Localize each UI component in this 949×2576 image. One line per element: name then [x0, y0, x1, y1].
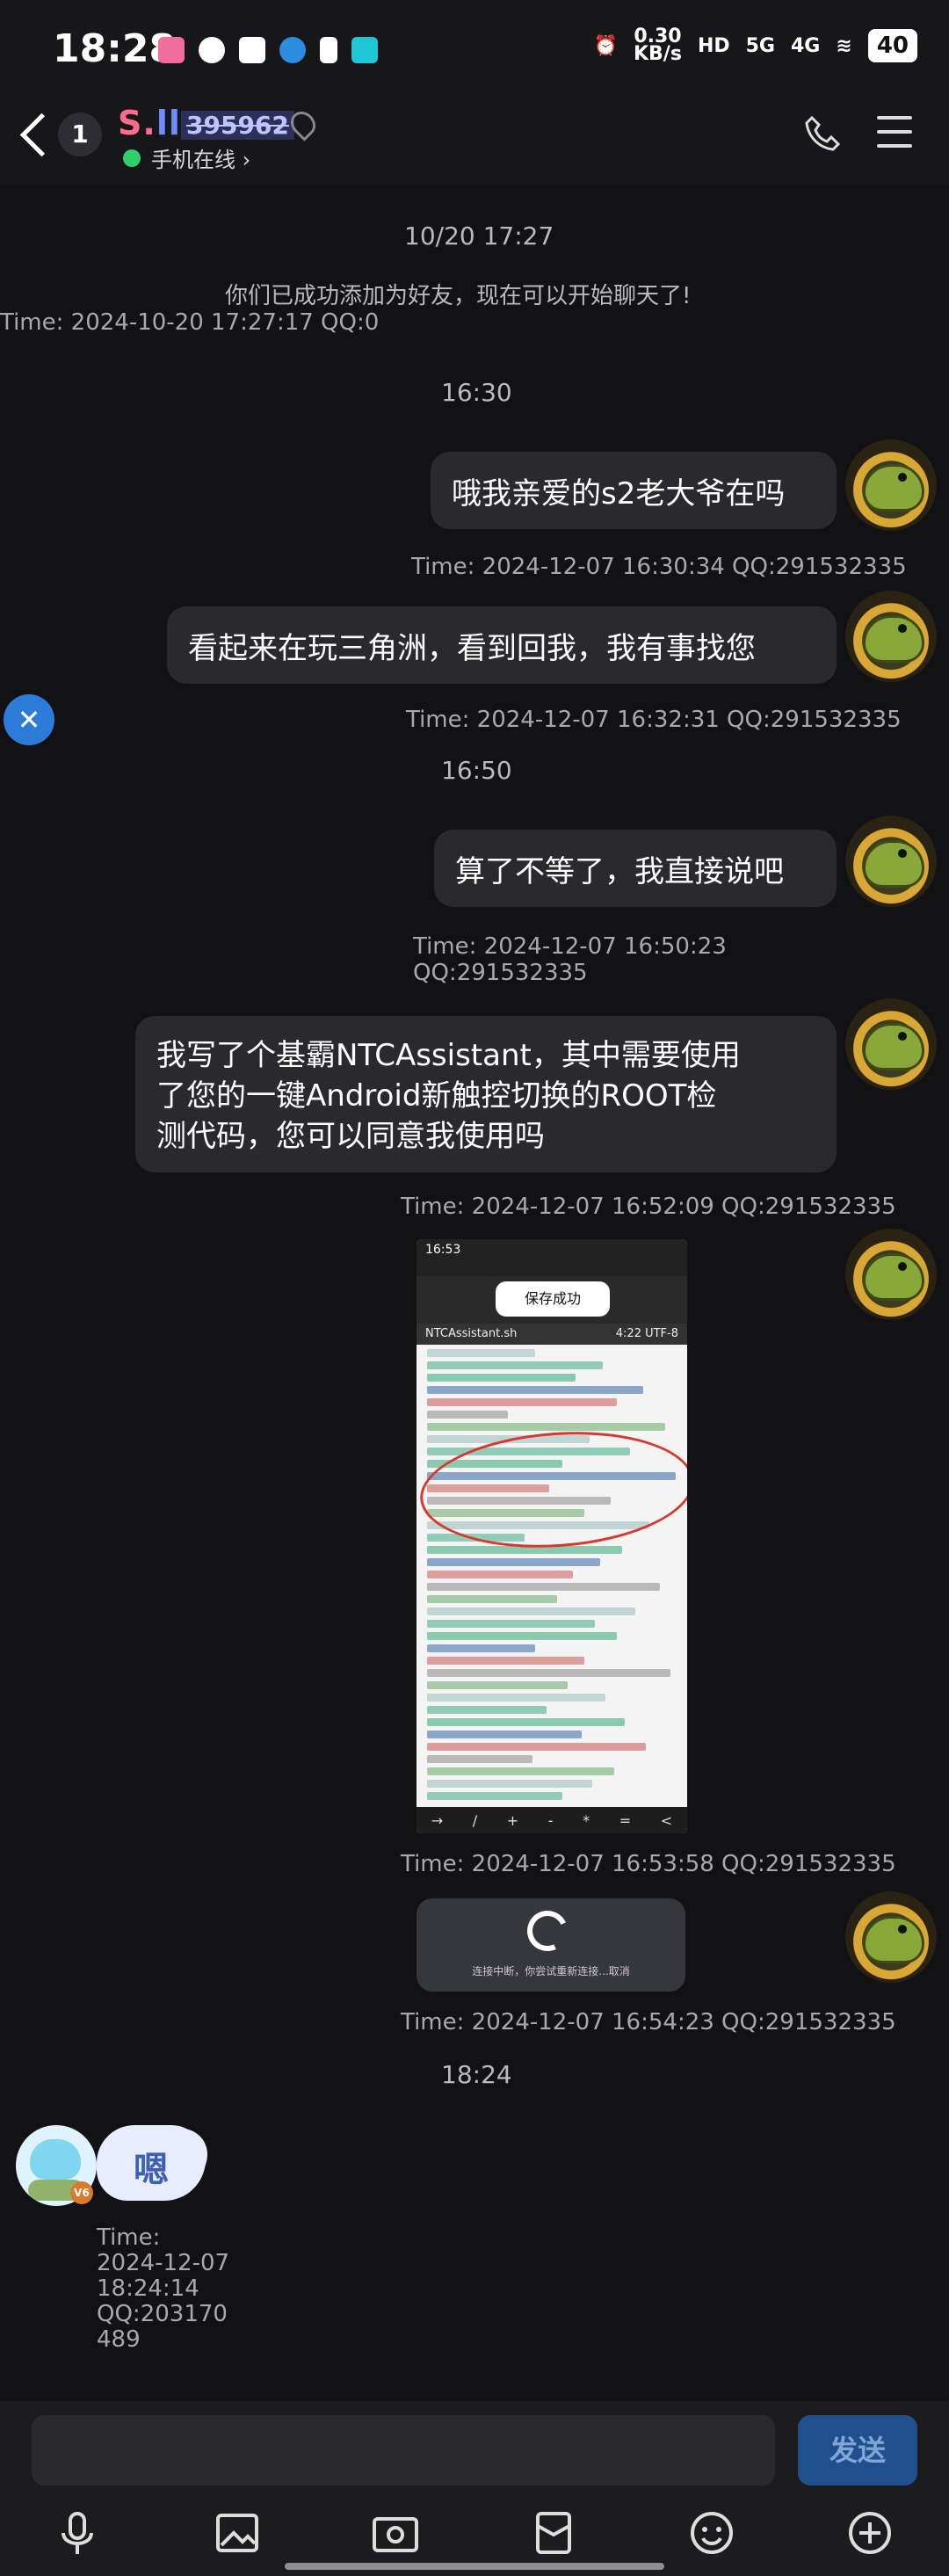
code-line	[427, 1632, 617, 1640]
back-icon[interactable]	[19, 112, 64, 157]
code-line	[427, 1743, 647, 1751]
loading-text: 连接中断，你尝试重新连接...取消	[472, 1965, 630, 1977]
message-meta: Time: 2024-12-07 16:53:58 QQ:291532335	[401, 1851, 896, 1877]
code-line	[427, 1706, 547, 1714]
hd-icon: HD	[697, 34, 730, 57]
camera-icon[interactable]	[369, 2507, 422, 2559]
my-avatar[interactable]	[845, 1891, 937, 1983]
online-indicator	[123, 149, 141, 167]
input-toolbar	[0, 2507, 949, 2559]
code-line	[427, 1571, 574, 1578]
message-meta: Time: 2024-12-07 16:32:31 QQ:291532335	[406, 707, 902, 733]
code-line	[427, 1398, 617, 1406]
code-line	[427, 1669, 671, 1677]
signal-4g-icon: 4G	[791, 34, 821, 57]
code-line	[427, 1607, 636, 1615]
time-divider: 10/20 17:27	[404, 221, 554, 250]
code-lines	[417, 1349, 687, 1800]
time-divider: 18:24	[441, 2060, 512, 2089]
system-message: 你们已成功添加为好友，现在可以开始聊天了!	[225, 283, 692, 309]
code-line	[427, 1361, 604, 1369]
my-avatar[interactable]	[845, 439, 937, 531]
battery-saver-icon	[320, 37, 337, 63]
app-notification-icon	[351, 37, 378, 63]
code-line	[427, 1718, 625, 1726]
code-line	[427, 1731, 582, 1738]
plus-icon[interactable]	[844, 2507, 896, 2559]
code-line	[427, 1386, 644, 1394]
image-status-bar: 16:53	[417, 1239, 687, 1276]
my-avatar[interactable]	[845, 816, 937, 907]
loading-spinner-icon	[521, 1905, 574, 1957]
notification-icons	[158, 37, 378, 63]
tools-icon[interactable]: ✕	[4, 694, 54, 745]
code-line	[427, 1620, 595, 1628]
time-divider: 16:30	[441, 378, 512, 407]
signal-5g-icon: 5G	[745, 34, 775, 57]
code-line	[427, 1595, 557, 1603]
app-notification-icon	[239, 37, 265, 63]
menu-icon[interactable]	[877, 116, 912, 148]
code-line	[427, 1792, 562, 1800]
message-meta: Time: 2024-12-07 16:30:34 QQ:291532335	[411, 554, 907, 580]
sticker-message[interactable]: 嗯	[97, 2125, 206, 2201]
phone-icon[interactable]	[803, 114, 842, 153]
code-line	[427, 1423, 666, 1431]
input-area: 发送	[0, 2401, 949, 2576]
image-file-bar: NTCAssistant.sh 4:22 UTF-8	[417, 1324, 687, 1345]
time-divider: 16:50	[441, 756, 512, 785]
code-line	[427, 1558, 601, 1566]
mic-icon[interactable]	[51, 2507, 104, 2559]
code-line	[427, 1349, 536, 1357]
home-indicator	[285, 2563, 664, 2570]
chat-header: 1 S.ll 395962 手机在线 ›	[0, 104, 949, 185]
message-meta: Time: 2024-12-07 18:24:14 QQ:203170 489	[97, 2224, 230, 2353]
red-packet-icon[interactable]	[527, 2507, 580, 2559]
online-status[interactable]: 手机在线 ›	[151, 142, 250, 173]
saved-toast: 保存成功	[496, 1281, 610, 1317]
message-meta: Time: 2024-12-07 16:50:23 QQ:291532335	[413, 933, 727, 986]
code-line	[427, 1411, 509, 1419]
code-line	[427, 1694, 606, 1702]
contact-name[interactable]: S.ll	[118, 104, 181, 142]
unread-badge[interactable]: 1	[58, 112, 102, 156]
image-keyboard-bar: → / + - * = <	[417, 1807, 687, 1833]
alarm-icon: ⏰	[593, 34, 618, 57]
vip-badge: V6	[70, 2181, 93, 2204]
message-bubble[interactable]: 哦我亲爱的s2老大爷在吗	[431, 452, 837, 529]
message-bubble[interactable]: 算了不等了，我直接说吧	[434, 830, 837, 907]
message-bubble[interactable]: 我写了个基霸NTCAssistant，其中需要使用 了您的一键Android新触…	[135, 1016, 837, 1172]
emoji-icon[interactable]	[685, 2507, 738, 2559]
qq-icon	[279, 37, 306, 63]
contact-id: 395962	[181, 111, 294, 140]
image-toolbar: 保存成功	[417, 1276, 687, 1324]
status-right: ⏰ 0.30 KB/s HD 5G 4G ≋ 40	[593, 25, 917, 65]
message-bubble[interactable]: 看起来在玩三角洲，看到回我，我有事找您	[167, 606, 837, 684]
code-line	[427, 1681, 569, 1689]
code-line	[427, 1657, 584, 1665]
code-line	[427, 1767, 614, 1775]
message-input[interactable]	[32, 2415, 775, 2485]
my-avatar[interactable]	[845, 998, 937, 1090]
loading-card[interactable]: 连接中断，你尝试重新连接...取消	[417, 1898, 685, 1992]
message-meta: Time: 2024-12-07 16:54:23 QQ:291532335	[401, 2009, 896, 2035]
message-meta: Time: 2024-12-07 16:52:09 QQ:291532335	[401, 1194, 896, 1220]
code-line	[427, 1644, 536, 1652]
send-button[interactable]: 发送	[798, 2415, 917, 2485]
image-icon[interactable]	[211, 2507, 264, 2559]
status-bar: 18:28 ⏰ 0.30 KB/s HD 5G 4G ≋ 40	[0, 0, 949, 104]
my-avatar[interactable]	[845, 1229, 937, 1320]
code-line	[427, 1374, 576, 1382]
code-line	[427, 1755, 533, 1763]
code-line	[427, 1780, 592, 1788]
code-line	[427, 1583, 660, 1591]
image-message[interactable]: 16:53 保存成功 NTCAssistant.sh 4:22 UTF-8 → /…	[417, 1239, 687, 1833]
net-speed: 0.30 KB/s	[633, 25, 682, 65]
app-notification-icon	[158, 37, 185, 63]
my-avatar[interactable]	[845, 591, 937, 682]
check-icon	[199, 37, 225, 63]
wifi-icon: ≋	[836, 34, 852, 57]
message-meta: Time: 2024-10-20 17:27:17 QQ:0	[0, 309, 380, 336]
battery-icon: 40	[867, 29, 917, 62]
